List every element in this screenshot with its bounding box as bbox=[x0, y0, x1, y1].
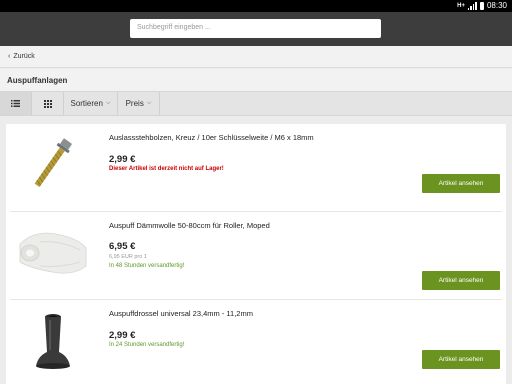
view-article-button[interactable]: Artikel ansehen bbox=[422, 271, 500, 290]
product-name[interactable]: Auspuffdrossel universal 23,4mm - 11,2mm bbox=[109, 309, 253, 318]
sort-dropdown[interactable]: Sortieren ⌵ bbox=[64, 92, 118, 115]
signal-icon bbox=[467, 1, 477, 10]
sort-label: Sortieren bbox=[70, 99, 103, 108]
top-bar: Suchbegriff eingeben ... bbox=[0, 12, 512, 46]
availability-status: In 48 Stunden versandfertig! bbox=[109, 263, 185, 269]
product-item[interactable]: Auspuffdrossel universal 23,4mm - 11,2mm… bbox=[6, 300, 506, 384]
battery-icon bbox=[479, 1, 484, 10]
search-input[interactable]: Suchbegriff eingeben ... bbox=[130, 19, 381, 38]
grid-view-icon bbox=[43, 99, 52, 108]
product-price: 6,95 € bbox=[109, 241, 136, 252]
chevron-down-icon: ⌵ bbox=[105, 100, 111, 106]
product-item[interactable]: Auslassstehbolzen, Kreuz / 10er Schlüsse… bbox=[6, 124, 506, 212]
product-list: Auslassstehbolzen, Kreuz / 10er Schlüsse… bbox=[6, 124, 506, 384]
list-view-button[interactable] bbox=[0, 92, 32, 115]
status-icons: H+ 08:30 bbox=[457, 1, 507, 10]
product-price: 2,99 € bbox=[109, 154, 136, 165]
product-price: 2,99 € bbox=[109, 330, 136, 341]
product-image bbox=[34, 138, 72, 188]
back-label: Zurück bbox=[13, 53, 35, 60]
listing-toolbar: Sortieren ⌵ Preis ⌵ bbox=[0, 91, 512, 116]
chevron-down-icon: ⌵ bbox=[146, 100, 152, 106]
availability-status: Dieser Artikel ist derzeit nicht auf Lag… bbox=[109, 166, 224, 172]
availability-status: In 24 Stunden versandfertig! bbox=[109, 342, 185, 348]
list-view-icon bbox=[11, 100, 20, 107]
product-name[interactable]: Auspuff Dämmwolle 50-80ccm für Roller, M… bbox=[109, 221, 270, 230]
price-label: Preis bbox=[125, 99, 144, 108]
view-article-button[interactable]: Artikel ansehen bbox=[422, 350, 500, 369]
category-title-bar: Auspuffanlagen bbox=[0, 69, 512, 91]
back-bar: ‹ Zurück bbox=[0, 46, 512, 68]
price-filter-dropdown[interactable]: Preis ⌵ bbox=[118, 92, 160, 115]
product-name[interactable]: Auslassstehbolzen, Kreuz / 10er Schlüsse… bbox=[109, 133, 314, 142]
status-bar: H+ 08:30 bbox=[0, 0, 512, 12]
unit-price: 6,95 EUR pro 1 bbox=[109, 254, 147, 260]
back-button[interactable]: ‹ Zurück bbox=[8, 53, 35, 60]
product-image bbox=[19, 232, 87, 274]
network-type: H+ bbox=[457, 2, 465, 9]
page-title: Auspuffanlagen bbox=[7, 76, 68, 85]
grid-view-button[interactable] bbox=[32, 92, 64, 115]
chevron-left-icon: ‹ bbox=[8, 53, 11, 60]
product-item[interactable]: Auspuff Dämmwolle 50-80ccm für Roller, M… bbox=[6, 212, 506, 300]
clock: 08:30 bbox=[486, 1, 507, 10]
product-image bbox=[36, 314, 70, 369]
view-article-button[interactable]: Artikel ansehen bbox=[422, 174, 500, 193]
